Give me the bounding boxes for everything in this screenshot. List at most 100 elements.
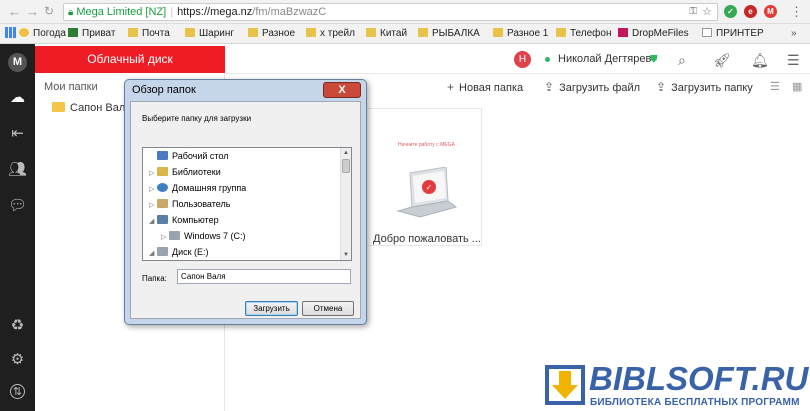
url-input[interactable]: 🔒︎ Mega Limited [NZ] | https://mega.nz/fm/m… [63,3,718,21]
watermark-subtitle: БИБЛИОТЕКА БЕСПЛАТНЫХ ПРОГРАММ [590,397,800,408]
tree-item-computer[interactable]: ◢ Компьютер [143,212,341,228]
contacts-icon[interactable]: 👥︎ [8,160,27,179]
url-separator: | [170,6,174,18]
chat-icon[interactable]: 💬︎ [8,196,27,215]
tree-item-libraries[interactable]: ▷ Библиотеки [143,164,341,180]
cancel-button[interactable]: Отмена [302,301,354,316]
biblsoft-logo-icon [545,365,585,405]
avatar[interactable]: Н [514,51,531,68]
upload-file-button[interactable]: ⇪ Загрузить файл [544,80,640,94]
secure-origin-label: Mega Limited [NZ] [76,6,167,18]
search-icon[interactable]: ⌕ [678,52,686,69]
mega-icon-sidebar: M ☁ ⇤ 👥︎ 💬︎ ♻ ⚙ ⇅ [0,44,35,411]
dialog-prompt: Выберите папку для загрузки [142,114,252,123]
folder-tree[interactable]: Рабочий стол ▷ Библиотеки ▷ Домашняя групп… [142,147,352,261]
bookmarks-overflow-icon[interactable]: » [791,27,797,41]
upload-folder-button[interactable]: ⇪ Загрузить папку [656,80,753,94]
biblsoft-watermark: BIBLSOFT.RU БИБЛИОТЕКА БЕСПЛАТНЫХ ПРОГРА… [545,360,810,411]
plus-icon: + [447,80,455,94]
tree-item-homegroup[interactable]: ▷ Домашняя группа [143,180,341,196]
key-icon[interactable]: ⚿ [689,4,697,20]
extension-adblock-icon[interactable]: e [744,5,757,18]
bookmarks-apps-icon[interactable] [5,27,20,41]
bookmark-item[interactable]: х трейл [306,27,355,41]
list-view-icon[interactable]: ☰ [770,80,780,93]
drive-icon [169,231,180,240]
rubbish-bin-icon[interactable]: ♻ [8,316,27,335]
bookmark-item[interactable]: DropMeFiles [618,27,689,41]
dialog-body: Выберите папку для загрузки Рабочий стол… [130,101,361,319]
grid-view-icon[interactable]: ▦ [792,80,802,93]
forward-icon[interactable]: → [26,4,39,19]
laptop-illustration-icon: ✓ [396,167,458,218]
cloud-drive-icon[interactable]: ☁ [8,88,27,107]
dialog-close-button[interactable]: X [323,82,361,98]
new-folder-button[interactable]: + Новая папка [447,80,523,94]
tree-item-user[interactable]: ▷ Пользователь [143,196,341,212]
folder-icon [418,28,428,37]
dropmefiles-icon [618,28,628,37]
url-host: https://mega.nz [177,6,253,18]
bookmark-item[interactable]: РЫБАЛКА [418,27,480,41]
bookmark-item[interactable]: ПРИНТЕР [702,27,764,41]
my-folders-title: Мои папки [44,81,98,93]
inbox-icon[interactable]: ⇤ [8,124,27,143]
reload-icon[interactable]: ↻ [44,4,54,18]
bookmark-item[interactable]: Шаринг [185,27,234,41]
homegroup-icon [157,183,168,192]
tree-folder-item[interactable]: Сапон Валя [52,102,131,114]
hamburger-menu-icon[interactable]: ☰ [787,52,800,69]
folder-icon [493,28,503,37]
tree-scrollbar[interactable]: ▲ ▼ [340,148,351,260]
notifications-bell-icon[interactable]: 🔔︎ [751,52,769,69]
computer-icon [157,215,168,224]
browser-address-bar: ← → ↻ 🔒︎ Mega Limited [NZ] | https://mega.n… [0,0,810,24]
online-status-dot [545,57,550,62]
transfers-icon[interactable]: ⇅ [10,384,25,399]
rocket-icon[interactable]: 🚀︎ [713,52,731,69]
folder-icon [52,102,65,112]
extension-shield-icon[interactable]: ✓ [724,5,737,18]
bookmark-item[interactable]: Разное [248,27,295,41]
tree-item-drive-e[interactable]: ◢ Диск (E:) [143,244,341,260]
header-divider [225,73,810,74]
dialog-title: Обзор папок [132,84,196,96]
tree-item-drive-c[interactable]: ▷ Windows 7 (C:) [143,228,341,244]
bookmark-item[interactable]: Разное 1 [493,27,548,41]
user-folder-icon [157,199,168,208]
bookmark-item[interactable]: Китай [366,27,407,41]
scroll-up-icon[interactable]: ▲ [341,148,351,158]
welcome-file-card[interactable]: Начните работу с MEGA ✓ Добро пожаловать… [365,108,482,246]
folder-icon [248,28,258,37]
browser-menu-icon[interactable]: ⋮ [790,4,803,20]
upload-button[interactable]: Загрузить [245,301,298,316]
scroll-thumb[interactable] [342,159,350,173]
upload-folder-icon: ⇪ [656,80,667,94]
folder-field-label: Папка: [142,274,167,283]
card-caption: Добро пожаловать ... [373,233,481,245]
star-icon[interactable]: ☆ [702,4,712,20]
card-preview-text: Начните работу с MEGA [398,142,455,148]
page-icon [702,28,712,37]
folder-icon [306,28,316,37]
bookmark-item[interactable]: Телефон [556,27,611,41]
back-icon[interactable]: ← [8,4,21,19]
collapse-icon[interactable]: ◢ [149,246,157,260]
upload-file-icon: ⇪ [544,80,555,94]
drive-icon [157,247,168,256]
folder-name-input[interactable] [177,269,351,284]
folder-icon [128,28,138,37]
settings-gear-icon[interactable]: ⚙ [8,350,27,369]
user-name[interactable]: Николай Дегтярев [558,53,651,65]
cloud-drive-header: Облачный диск [35,46,225,73]
extension-mega-icon[interactable]: M [764,5,777,18]
tree-item-desktop[interactable]: Рабочий стол [143,148,341,164]
bookmarks-bar: Погода Приват Почта Шаринг Разное х трей… [0,24,810,44]
bookmark-item[interactable]: Погода [19,27,66,41]
bookmark-item[interactable]: Приват [68,27,115,41]
watermark-title: BIBLSOFT.RU [589,360,809,397]
mega-logo-icon[interactable]: M [8,53,27,72]
scroll-down-icon[interactable]: ▼ [341,250,351,260]
bookmark-item[interactable]: Почта [128,27,170,41]
desktop-icon [157,151,168,160]
